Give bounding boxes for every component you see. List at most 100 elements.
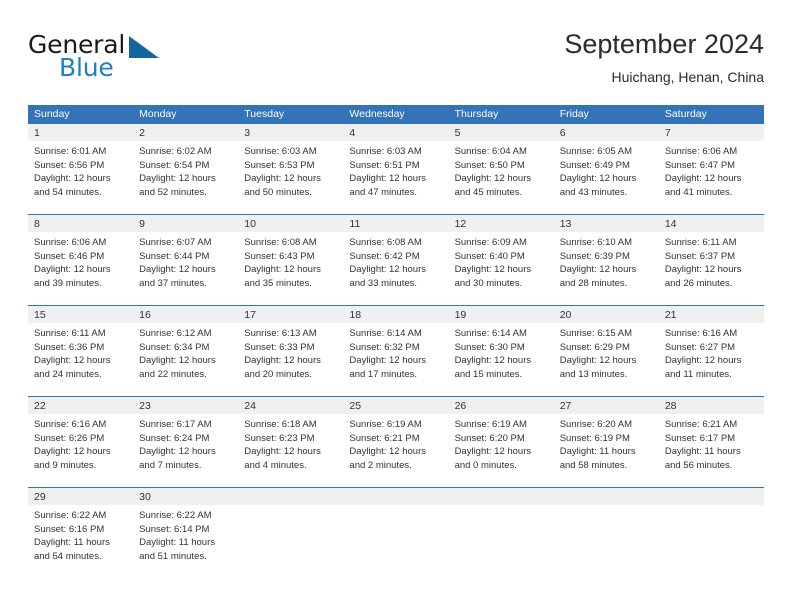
day-number[interactable]: 14 xyxy=(659,215,764,232)
sunrise-text: Sunrise: 6:01 AM xyxy=(34,146,107,157)
day-number[interactable]: 2 xyxy=(133,124,238,141)
daylight-line1: Daylight: 12 hours xyxy=(454,446,532,458)
daylight-line1: Daylight: 12 hours xyxy=(244,446,321,458)
daylight-line2: and 39 minutes. xyxy=(34,277,102,289)
day-details: Sunrise: 6:11 AM Sunset: 6:37 PM Dayligh… xyxy=(659,232,764,305)
weekday-header-sunday: Sunday xyxy=(34,108,70,120)
day-number[interactable]: 24 xyxy=(238,397,343,414)
day-number[interactable]: 20 xyxy=(554,306,659,323)
day-number[interactable]: 25 xyxy=(343,397,448,414)
day-number[interactable]: 10 xyxy=(238,215,343,232)
day-number[interactable]: 16 xyxy=(133,306,238,323)
sunset-text: Sunset: 6:54 PM xyxy=(139,159,210,171)
day-number[interactable]: 3 xyxy=(238,124,343,141)
day-number[interactable]: 26 xyxy=(449,397,554,414)
sunset-text: Sunset: 6:26 PM xyxy=(34,432,105,444)
daylight-line1: Daylight: 12 hours xyxy=(559,264,637,276)
day-number[interactable]: 29 xyxy=(28,488,133,505)
day-details: Sunrise: 6:16 AM Sunset: 6:26 PM Dayligh… xyxy=(28,414,133,487)
day-details: Sunrise: 6:14 AM Sunset: 6:30 PM Dayligh… xyxy=(449,323,554,396)
day-number[interactable]: 4 xyxy=(343,124,448,141)
day-details: Sunrise: 6:13 AM Sunset: 6:33 PM Dayligh… xyxy=(238,323,343,396)
daylight-line2: and 56 minutes. xyxy=(664,459,733,471)
day-number[interactable]: 30 xyxy=(133,488,238,505)
day-details: Sunrise: 6:22 AM Sunset: 6:16 PM Dayligh… xyxy=(28,505,133,578)
day-details: Sunrise: 6:04 AM Sunset: 6:50 PM Dayligh… xyxy=(449,141,554,214)
sunrise-text: Sunrise: 6:16 AM xyxy=(34,419,107,430)
sunrise-text: Sunrise: 6:22 AM xyxy=(34,510,107,521)
day-number[interactable]: 11 xyxy=(343,215,448,232)
daylight-line2: and 26 minutes. xyxy=(664,277,733,289)
sunset-text: Sunset: 6:44 PM xyxy=(139,250,210,262)
daylight-line2: and 54 minutes. xyxy=(34,550,102,562)
day-details: Sunrise: 6:16 AM Sunset: 6:27 PM Dayligh… xyxy=(659,323,764,396)
page-header: General Blue September 2024 Huichang, He… xyxy=(28,28,764,98)
weekday-header-row: Sunday Monday Tuesday Wednesday Thursday… xyxy=(28,105,764,124)
day-details: Sunrise: 6:19 AM Sunset: 6:20 PM Dayligh… xyxy=(449,414,554,487)
week-date-band: 8 9 10 11 12 13 14 xyxy=(28,214,764,232)
day-number[interactable]: 22 xyxy=(28,397,133,414)
day-number[interactable]: 1 xyxy=(28,124,133,141)
sunset-text: Sunset: 6:23 PM xyxy=(244,432,315,444)
day-number[interactable]: 15 xyxy=(28,306,133,323)
day-details: Sunrise: 6:06 AM Sunset: 6:47 PM Dayligh… xyxy=(659,141,764,214)
sunset-text: Sunset: 6:43 PM xyxy=(244,250,315,262)
week-detail-band: Sunrise: 6:22 AM Sunset: 6:16 PM Dayligh… xyxy=(28,505,764,578)
daylight-line2: and 37 minutes. xyxy=(139,277,207,289)
daylight-line2: and 33 minutes. xyxy=(349,277,418,289)
weekday-header-saturday: Saturday xyxy=(664,108,707,120)
day-number[interactable]: 19 xyxy=(449,306,554,323)
sunrise-text: Sunrise: 6:03 AM xyxy=(244,146,317,157)
day-number[interactable]: 6 xyxy=(554,124,659,141)
sunrise-text: Sunrise: 6:17 AM xyxy=(139,419,212,430)
sunrise-text: Sunrise: 6:11 AM xyxy=(664,237,737,248)
day-number[interactable]: 8 xyxy=(28,215,133,232)
day-number[interactable]: 27 xyxy=(554,397,659,414)
daylight-line2: and 22 minutes. xyxy=(139,368,207,380)
day-details: Sunrise: 6:06 AM Sunset: 6:46 PM Dayligh… xyxy=(28,232,133,305)
daylight-line1: Daylight: 12 hours xyxy=(349,446,426,458)
week-row: 22 23 24 25 26 27 28 Sunrise: 6:16 AM Su… xyxy=(28,396,764,487)
sunset-text: Sunset: 6:29 PM xyxy=(559,341,630,353)
day-number[interactable]: 17 xyxy=(238,306,343,323)
day-number[interactable]: 21 xyxy=(659,306,764,323)
day-number[interactable]: 12 xyxy=(449,215,554,232)
day-details: Sunrise: 6:11 AM Sunset: 6:36 PM Dayligh… xyxy=(28,323,133,396)
week-detail-band: Sunrise: 6:06 AM Sunset: 6:46 PM Dayligh… xyxy=(28,232,764,305)
daylight-line1: Daylight: 11 hours xyxy=(34,537,110,549)
day-number[interactable]: 23 xyxy=(133,397,238,414)
sunrise-text: Sunrise: 6:05 AM xyxy=(559,146,633,157)
sunrise-text: Sunrise: 6:10 AM xyxy=(559,237,633,248)
day-number[interactable]: 18 xyxy=(343,306,448,323)
brand-logo[interactable]: General Blue xyxy=(28,28,208,88)
week-row: 15 16 17 18 19 20 21 Sunrise: 6:11 AM Su… xyxy=(28,305,764,396)
sunrise-text: Sunrise: 6:11 AM xyxy=(34,328,106,339)
day-number[interactable]: 9 xyxy=(133,215,238,232)
day-details: Sunrise: 6:09 AM Sunset: 6:40 PM Dayligh… xyxy=(449,232,554,305)
day-details: Sunrise: 6:03 AM Sunset: 6:51 PM Dayligh… xyxy=(343,141,448,214)
day-details: Sunrise: 6:22 AM Sunset: 6:14 PM Dayligh… xyxy=(133,505,238,578)
sunrise-text: Sunrise: 6:06 AM xyxy=(34,237,107,248)
day-number-empty xyxy=(659,488,764,505)
calendar-page: General Blue September 2024 Huichang, He… xyxy=(0,0,792,612)
day-number[interactable]: 13 xyxy=(554,215,659,232)
day-number[interactable]: 5 xyxy=(449,124,554,141)
sunrise-text: Sunrise: 6:06 AM xyxy=(664,146,738,157)
daylight-line2: and 2 minutes. xyxy=(349,459,412,471)
sunrise-text: Sunrise: 6:09 AM xyxy=(454,237,527,248)
sunrise-text: Sunrise: 6:08 AM xyxy=(349,237,422,248)
day-number[interactable]: 28 xyxy=(659,397,764,414)
sunset-text: Sunset: 6:46 PM xyxy=(34,250,105,262)
daylight-line1: Daylight: 12 hours xyxy=(349,264,426,276)
day-number[interactable]: 7 xyxy=(659,124,764,141)
daylight-line1: Daylight: 12 hours xyxy=(34,446,111,458)
daylight-line2: and 13 minutes. xyxy=(559,368,628,380)
day-details: Sunrise: 6:01 AM Sunset: 6:56 PM Dayligh… xyxy=(28,141,133,214)
daylight-line2: and 7 minutes. xyxy=(139,459,202,471)
sunrise-text: Sunrise: 6:14 AM xyxy=(349,328,422,339)
sunrise-text: Sunrise: 6:18 AM xyxy=(244,419,317,430)
brand-name-blue: Blue xyxy=(59,53,114,82)
day-number-empty xyxy=(343,488,448,505)
daylight-line1: Daylight: 12 hours xyxy=(139,355,216,367)
week-row: 29 30 Sunrise: 6:22 AM Sunset: 6:16 PM D… xyxy=(28,487,764,578)
